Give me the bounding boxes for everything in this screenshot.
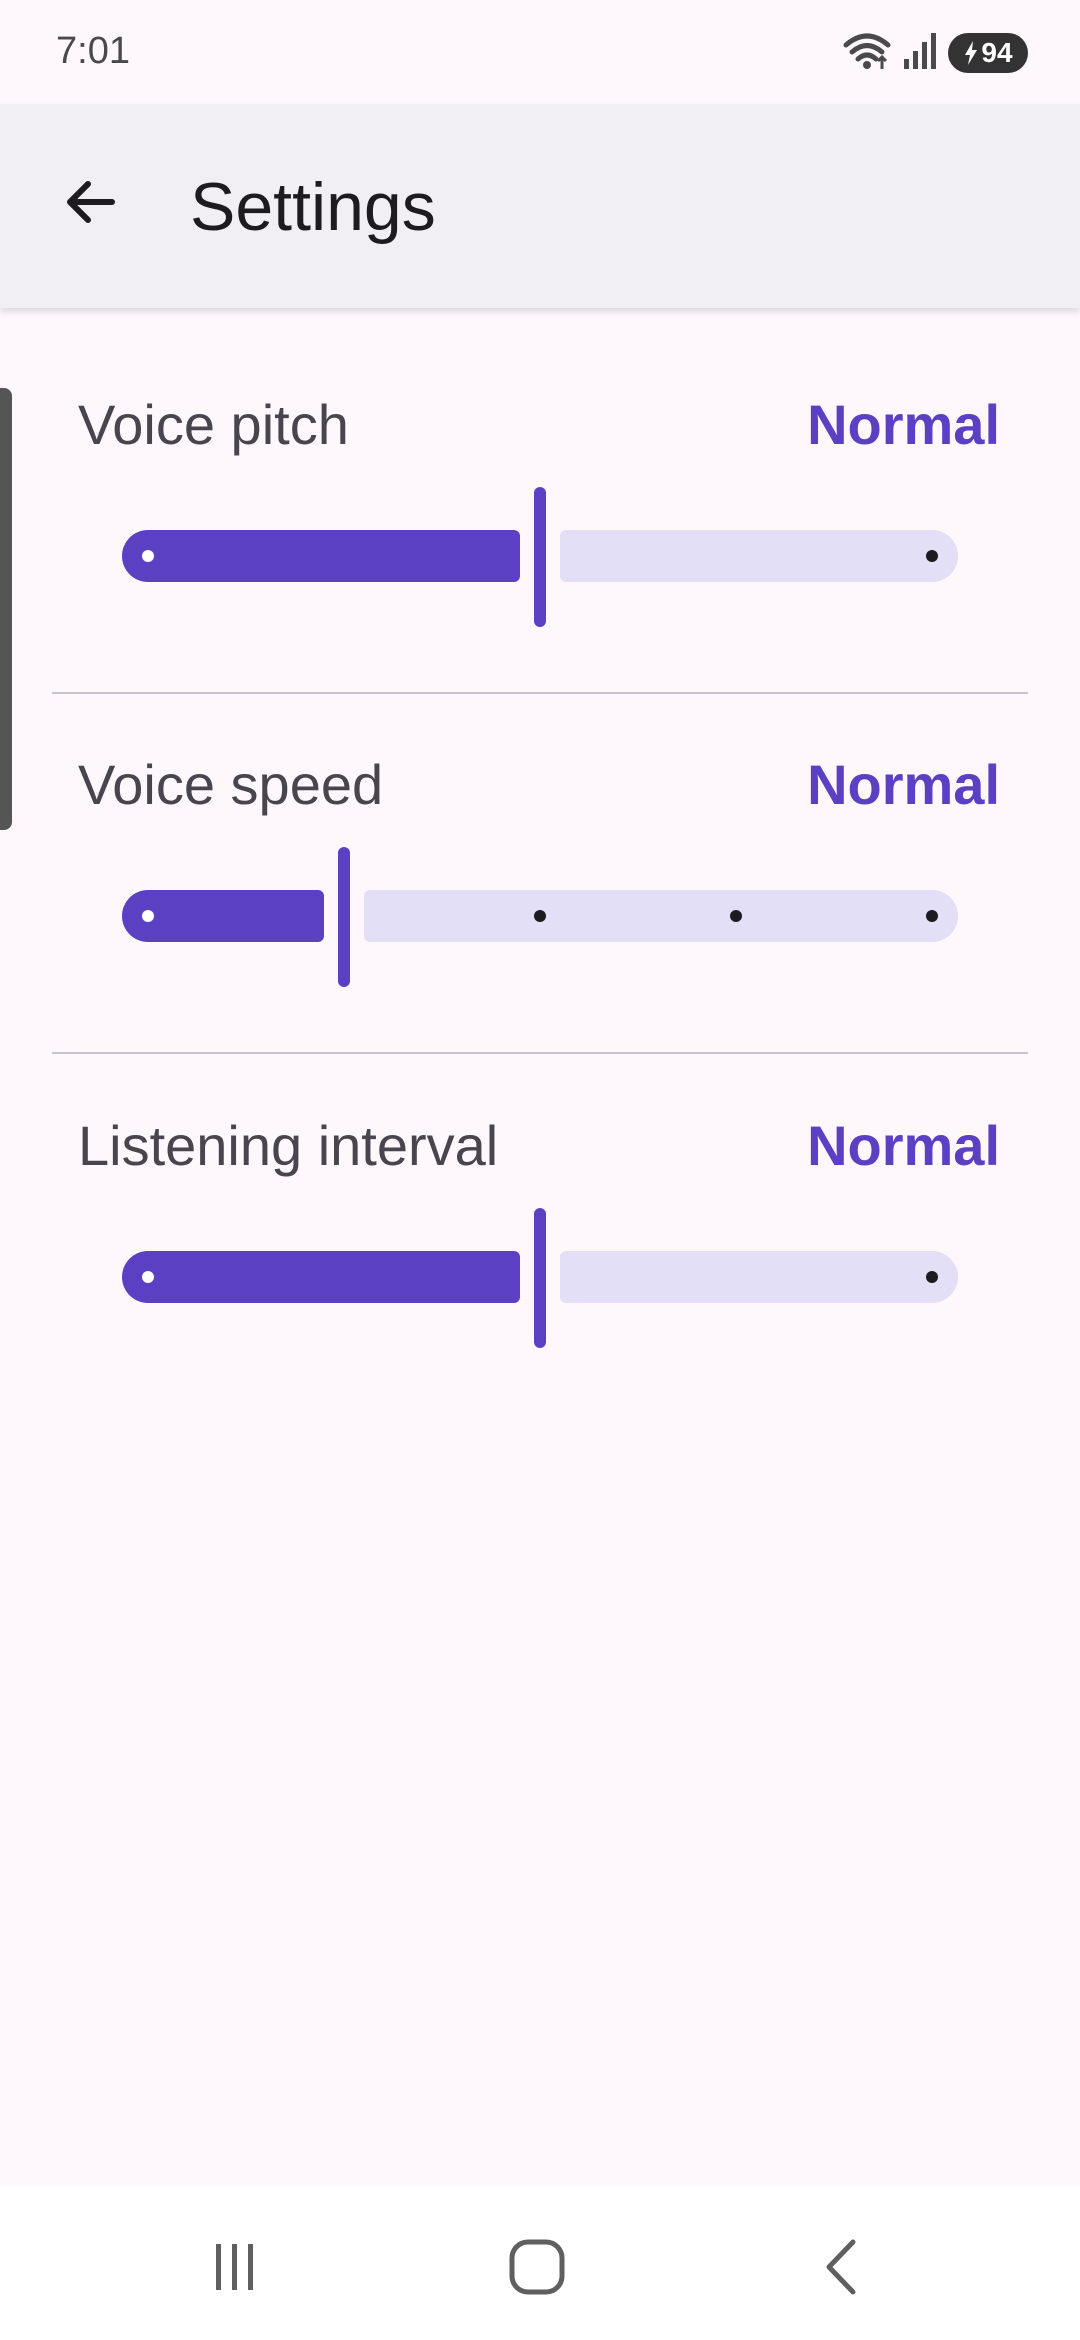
setting-value: Normal [807, 1114, 1000, 1177]
slider-tick [142, 910, 154, 922]
voice-pitch-slider[interactable] [122, 487, 958, 627]
recent-apps-icon [216, 2244, 253, 2290]
status-bar: 7:01 94 [0, 0, 1080, 104]
slider-active-track [122, 530, 520, 582]
battery-level: 94 [981, 37, 1013, 68]
navigation-bar [0, 2186, 1080, 2340]
slider-tick [926, 550, 938, 562]
recent-apps-button[interactable] [190, 2222, 280, 2312]
setting-voice-speed: Voice speed Normal [0, 752, 1080, 1052]
slider-active-track [122, 1251, 520, 1303]
back-nav-button[interactable] [796, 2222, 886, 2312]
home-icon [509, 2239, 565, 2295]
slider-inactive-track [560, 530, 958, 582]
slider-thumb[interactable] [534, 1208, 546, 1348]
slider-inactive-track [560, 1251, 958, 1303]
slider-inactive-track [364, 890, 958, 942]
setting-voice-pitch: Voice pitch Normal [0, 392, 1080, 692]
setting-label: Voice speed [78, 753, 384, 816]
voice-speed-slider[interactable] [122, 847, 958, 987]
slider-tick [926, 1271, 938, 1283]
slider-tick [730, 910, 742, 922]
back-icon [826, 2239, 856, 2295]
wifi-icon [842, 31, 892, 76]
setting-label: Listening interval [78, 1114, 499, 1177]
slider-tick [926, 910, 938, 922]
setting-label: Voice pitch [78, 393, 349, 456]
charging-bolt-icon [965, 41, 978, 65]
slider-tick [534, 910, 546, 922]
slider-tick [142, 1271, 154, 1283]
setting-value: Normal [807, 393, 1000, 456]
slider-thumb[interactable] [338, 847, 350, 987]
page-title: Settings [190, 169, 436, 245]
divider [52, 692, 1028, 694]
setting-listening-interval: Listening interval Normal [0, 1113, 1080, 1413]
battery-icon: 94 [948, 33, 1028, 73]
app-bar: Settings [0, 104, 1080, 308]
status-icons: 94 [842, 30, 1028, 76]
listening-interval-slider[interactable] [122, 1208, 958, 1348]
slider-tick [142, 550, 154, 562]
slider-thumb[interactable] [534, 487, 546, 627]
back-button[interactable] [42, 154, 138, 250]
home-button[interactable] [492, 2222, 582, 2312]
divider [52, 1052, 1028, 1054]
signal-icon [902, 31, 938, 76]
setting-value: Normal [807, 753, 1000, 816]
status-time: 7:01 [56, 30, 130, 72]
arrow-left-icon [67, 181, 115, 223]
